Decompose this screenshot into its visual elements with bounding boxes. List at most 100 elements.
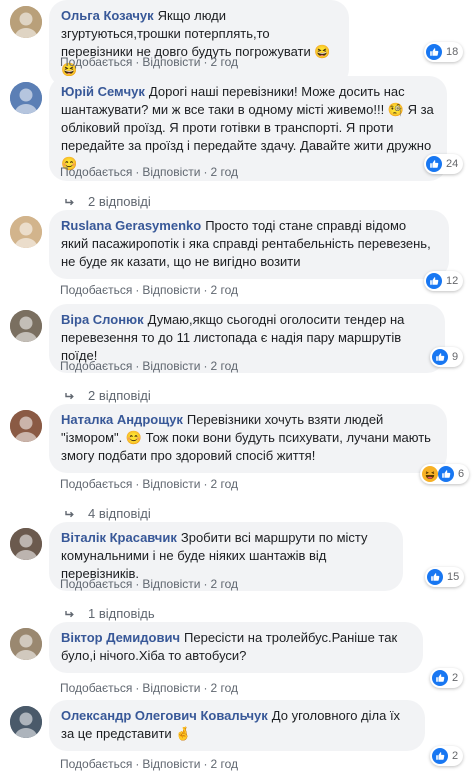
- comment-actions: Подобається · Відповісти · 2 год: [60, 476, 238, 492]
- like-icon: [427, 569, 443, 585]
- comment-author[interactable]: Ольга Козачук: [61, 8, 154, 23]
- reply-arrow-icon: [65, 511, 74, 518]
- reaction-count[interactable]: 15: [425, 567, 465, 587]
- comment-timestamp[interactable]: 2 год: [210, 477, 238, 491]
- like-icon: [438, 466, 454, 482]
- comment-author[interactable]: Ruslana Gerasymenko: [61, 218, 201, 233]
- reaction-count[interactable]: 12: [424, 271, 464, 291]
- comment-timestamp[interactable]: 2 год: [210, 757, 238, 771]
- comment-timestamp[interactable]: 2 год: [210, 577, 238, 591]
- separator-dot: ·: [135, 757, 140, 771]
- comment-bubble: Ruslana Gerasymenko Просто тоді стане спр…: [49, 210, 449, 279]
- reaction-count-label: 18: [446, 46, 459, 58]
- view-replies-link[interactable]: 4 відповіді: [64, 506, 151, 522]
- reply-button[interactable]: Відповісти: [142, 165, 200, 179]
- separator-dot: ·: [203, 165, 208, 179]
- comment-author[interactable]: Олександр Олегович Ковальчук: [61, 708, 268, 723]
- comment-timestamp[interactable]: 2 год: [210, 283, 238, 297]
- reply-arrow-icon: [65, 611, 74, 618]
- like-icon: [426, 44, 442, 60]
- separator-dot: ·: [135, 681, 140, 695]
- separator-dot: ·: [203, 359, 208, 373]
- like-icon: [426, 156, 442, 172]
- replies-count-label: 2 відповіді: [88, 194, 151, 209]
- avatar[interactable]: [10, 82, 42, 114]
- separator-dot: ·: [203, 577, 208, 591]
- reaction-count[interactable]: 9: [430, 347, 464, 367]
- reply-button[interactable]: Відповісти: [142, 757, 200, 771]
- comment-timestamp[interactable]: 2 год: [210, 359, 238, 373]
- comment-timestamp[interactable]: 2 год: [210, 165, 238, 179]
- separator-dot: ·: [203, 55, 208, 69]
- like-button[interactable]: Подобається: [60, 55, 132, 69]
- comment-author[interactable]: Віра Слонюк: [61, 312, 144, 327]
- reply-arrow-icon: [65, 199, 74, 206]
- reply-button[interactable]: Відповісти: [142, 577, 200, 591]
- comment-author[interactable]: Наталка Андрощук: [61, 412, 183, 427]
- comment-author[interactable]: Віктор Демидович: [61, 630, 180, 645]
- like-button[interactable]: Подобається: [60, 165, 132, 179]
- comment-actions: Подобається · Відповісти · 2 год: [60, 54, 238, 70]
- reply-button[interactable]: Відповісти: [142, 55, 200, 69]
- separator-dot: ·: [203, 681, 208, 695]
- comment-actions: Подобається · Відповісти · 2 год: [60, 756, 238, 772]
- view-replies-link[interactable]: 2 відповіді: [64, 194, 151, 210]
- like-icon: [432, 349, 448, 365]
- comment-bubble: Олександр Олегович Ковальчук До уголовног…: [49, 700, 425, 751]
- avatar[interactable]: [10, 6, 42, 38]
- reaction-count-label: 12: [446, 275, 459, 287]
- like-button[interactable]: Подобається: [60, 577, 132, 591]
- separator-dot: ·: [135, 477, 140, 491]
- separator-dot: ·: [135, 359, 140, 373]
- reaction-count[interactable]: 6: [420, 464, 470, 484]
- reply-button[interactable]: Відповісти: [142, 359, 200, 373]
- reaction-count-label: 15: [447, 571, 460, 583]
- view-replies-link[interactable]: 2 відповіді: [64, 388, 151, 404]
- comment-actions: Подобається · Відповісти · 2 год: [60, 358, 238, 374]
- comment-bubble: Ольга Козачук Якщо люди згуртуються,трошк…: [49, 0, 349, 87]
- avatar[interactable]: [10, 216, 42, 248]
- separator-dot: ·: [203, 477, 208, 491]
- separator-dot: ·: [135, 165, 140, 179]
- comment-timestamp[interactable]: 2 год: [210, 55, 238, 69]
- avatar[interactable]: [10, 706, 42, 738]
- comment-author[interactable]: Юрій Семчук: [61, 84, 145, 99]
- comment-actions: Подобається · Відповісти · 2 год: [60, 576, 238, 592]
- like-button[interactable]: Подобається: [60, 359, 132, 373]
- avatar[interactable]: [10, 528, 42, 560]
- comment-timestamp[interactable]: 2 год: [210, 681, 238, 695]
- comment-actions: Подобається · Відповісти · 2 год: [60, 164, 238, 180]
- reply-button[interactable]: Відповісти: [142, 283, 200, 297]
- reaction-count-label: 2: [452, 750, 459, 762]
- reaction-count-label: 24: [446, 158, 459, 170]
- view-replies-link[interactable]: 1 відповідь: [64, 606, 155, 622]
- reaction-count[interactable]: 2: [430, 668, 464, 688]
- reaction-count[interactable]: 24: [424, 154, 464, 174]
- reply-button[interactable]: Відповісти: [142, 681, 200, 695]
- avatar[interactable]: [10, 310, 42, 342]
- comment-author[interactable]: Віталік Красавчик: [61, 530, 177, 545]
- reply-button[interactable]: Відповісти: [142, 477, 200, 491]
- replies-count-label: 1 відповідь: [88, 606, 155, 621]
- like-button[interactable]: Подобається: [60, 757, 132, 771]
- comment-actions: Подобається · Відповісти · 2 год: [60, 680, 238, 696]
- comment-actions: Подобається · Відповісти · 2 год: [60, 282, 238, 298]
- like-icon: [432, 748, 448, 764]
- reaction-count-label: 2: [452, 672, 459, 684]
- like-button[interactable]: Подобається: [60, 283, 132, 297]
- haha-icon: [422, 466, 438, 482]
- reaction-count[interactable]: 18: [424, 42, 464, 62]
- like-icon: [432, 670, 448, 686]
- replies-count-label: 4 відповіді: [88, 506, 151, 521]
- comment-bubble: Наталка Андрощук Перевізники хочуть взяти…: [49, 404, 447, 473]
- like-button[interactable]: Подобається: [60, 681, 132, 695]
- comments-list: Ольга Козачук Якщо люди згуртуються,трошк…: [0, 0, 476, 772]
- avatar[interactable]: [10, 628, 42, 660]
- reaction-count-label: 9: [452, 351, 459, 363]
- separator-dot: ·: [203, 757, 208, 771]
- avatar[interactable]: [10, 410, 42, 442]
- like-button[interactable]: Подобається: [60, 477, 132, 491]
- like-icon: [426, 273, 442, 289]
- reaction-count-label: 6: [458, 468, 465, 480]
- reaction-count[interactable]: 2: [430, 746, 464, 766]
